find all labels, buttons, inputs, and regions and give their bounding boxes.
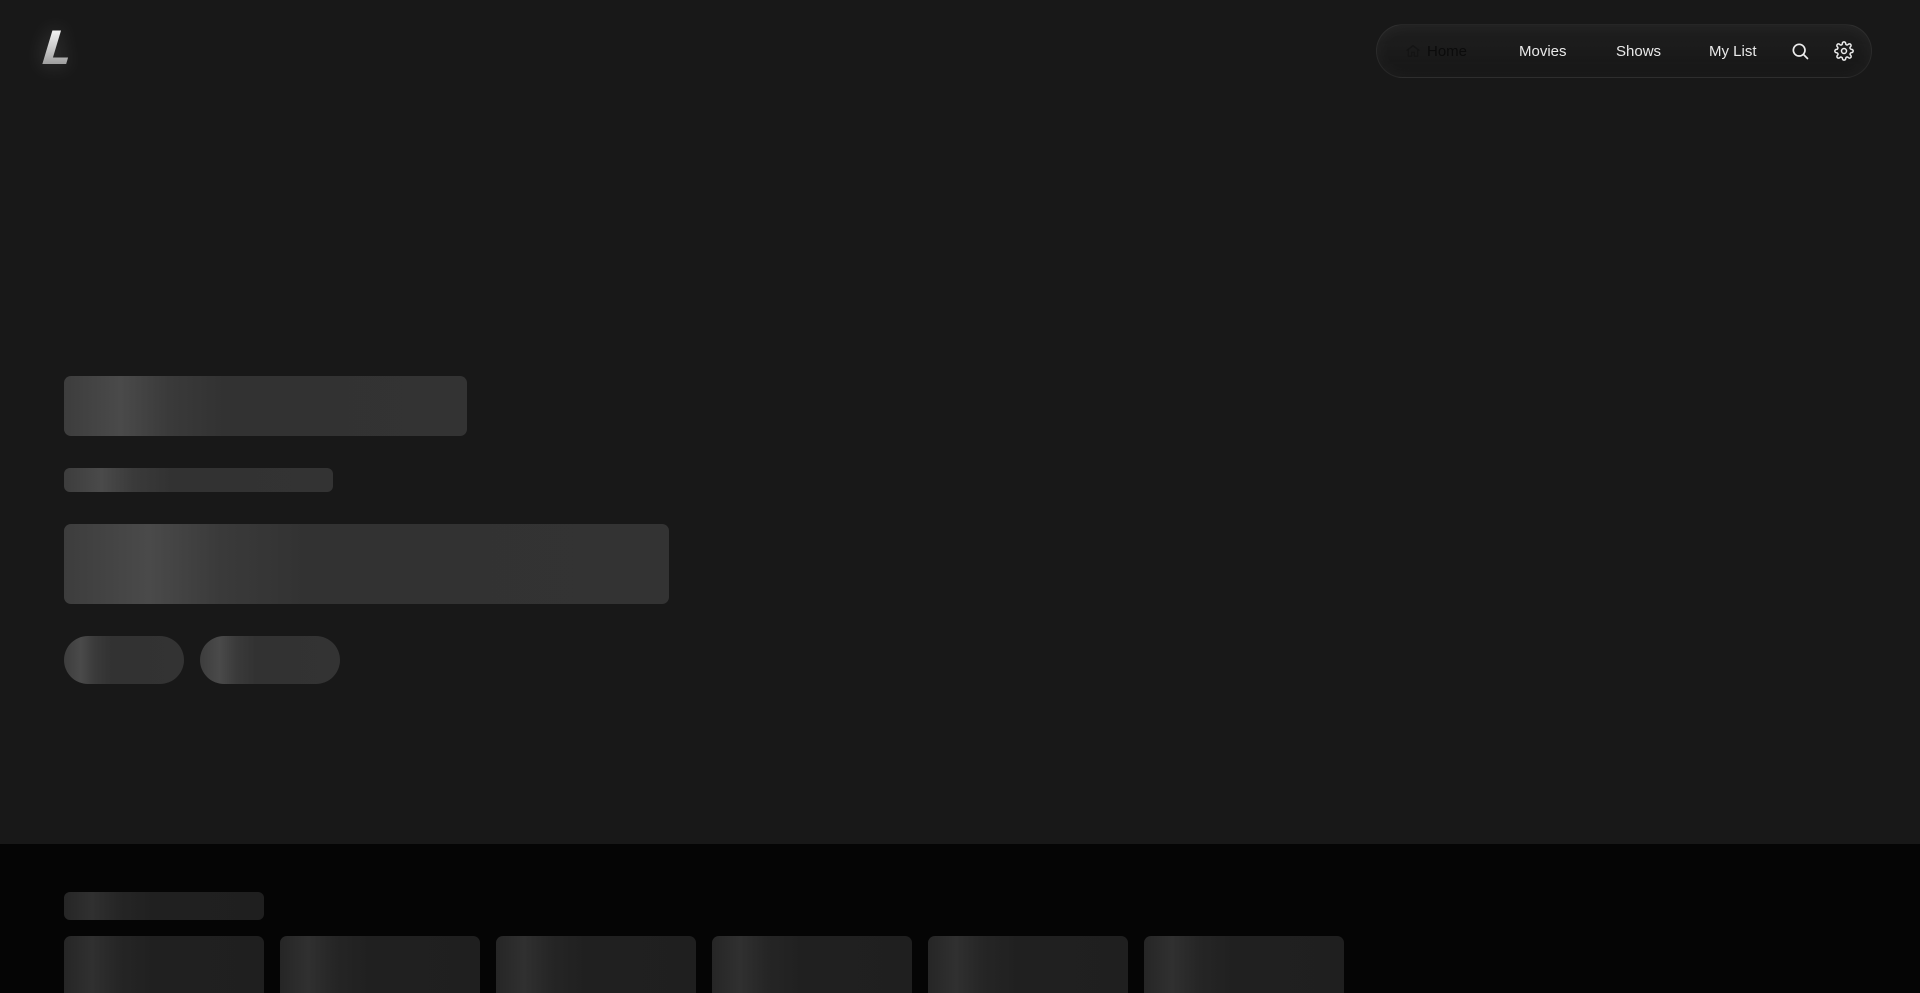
search-button[interactable] <box>1789 40 1811 62</box>
card-skeleton <box>712 936 912 993</box>
card-skeleton <box>64 936 264 993</box>
nav-item-movies-label: Movies <box>1519 42 1567 60</box>
hero-title-skeleton <box>64 376 467 436</box>
nav-item-movies[interactable]: Movies <box>1519 25 1567 77</box>
hero-play-button-skeleton <box>64 636 184 684</box>
nav-item-shows[interactable]: Shows <box>1616 25 1661 77</box>
row-title-skeleton <box>64 892 264 920</box>
page: L Home Movies Shows My List <box>0 0 1920 993</box>
main-nav: Home Movies Shows My List <box>1376 24 1872 78</box>
gear-icon <box>1834 41 1854 61</box>
search-icon <box>1790 41 1810 61</box>
settings-button[interactable] <box>1833 40 1855 62</box>
nav-item-my-list[interactable]: My List <box>1709 25 1757 77</box>
card-skeleton <box>1144 936 1344 993</box>
nav-item-shows-label: Shows <box>1616 42 1662 60</box>
logo-mark: L <box>40 21 76 75</box>
hero-meta-skeleton <box>64 468 333 492</box>
card-skeleton <box>496 936 696 993</box>
nav-item-home[interactable]: Home <box>1405 25 1467 77</box>
home-icon <box>1405 43 1421 59</box>
hero-section: L Home Movies Shows My List <box>0 0 1920 844</box>
nav-item-my-list-label: My List <box>1709 42 1757 60</box>
logo[interactable]: L <box>40 21 76 75</box>
hero-info-button-skeleton <box>200 636 340 684</box>
hero-description-skeleton <box>64 524 669 604</box>
card-skeleton <box>928 936 1128 993</box>
card-skeleton <box>280 936 480 993</box>
nav-item-home-label: Home <box>1427 42 1468 60</box>
